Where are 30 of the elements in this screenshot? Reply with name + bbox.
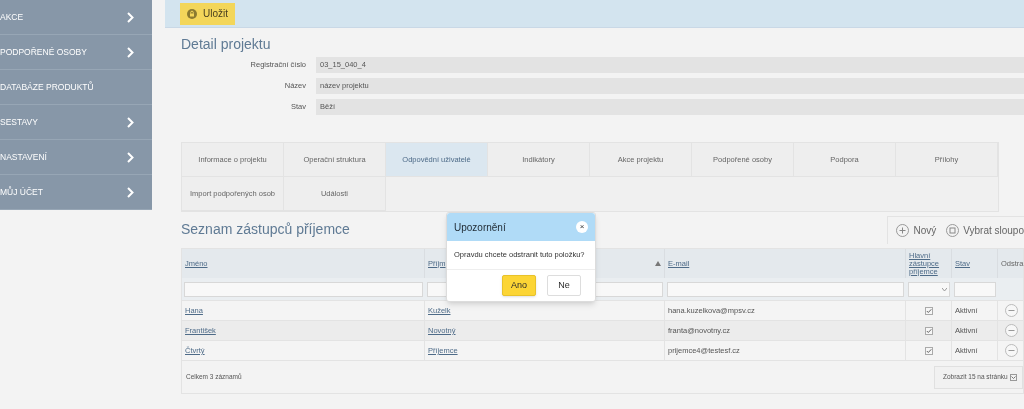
checkbox[interactable] (924, 306, 933, 315)
cancel-button[interactable]: Ne (547, 275, 581, 296)
plus-icon (896, 224, 910, 237)
menu-item[interactable]: SESTAVY (0, 105, 152, 140)
menu-item[interactable]: NASTAVENÍ (0, 140, 152, 175)
remove-icon[interactable] (1005, 344, 1018, 357)
menu-item[interactable]: DATABÁZE PRODUKTŮ (0, 70, 152, 105)
filter-dropdown[interactable] (908, 281, 950, 297)
remove-icon[interactable] (1005, 304, 1018, 317)
menu-item[interactable]: PODPOŘENÉ OSOBY (0, 35, 152, 70)
confirm-button[interactable]: Ano (502, 275, 536, 296)
checkbox[interactable] (924, 346, 933, 355)
lock-icon (187, 8, 197, 19)
checkbox[interactable] (924, 326, 933, 335)
remove-icon[interactable] (1005, 324, 1018, 337)
caret-icon (942, 287, 947, 291)
dialog-title: Upozornění (454, 220, 506, 235)
filter-field[interactable] (184, 281, 423, 297)
close-button[interactable]: × (576, 221, 588, 233)
new-button[interactable]: Nový (896, 223, 937, 238)
columns-icon (946, 224, 960, 237)
choose-columns-button[interactable]: Vybrat sloupo (946, 223, 1024, 238)
caret-icon (1009, 373, 1017, 381)
save-button[interactable]: Uložit (180, 2, 235, 25)
section-title: Seznam zástupců příjemce (181, 220, 350, 239)
filter-field[interactable] (667, 281, 904, 297)
filter-field[interactable] (954, 281, 996, 297)
menu-item[interactable]: AKCE (0, 0, 152, 35)
page-title: Detail projektu (181, 35, 272, 54)
menu-item[interactable]: MŮJ ÚČET (0, 175, 152, 210)
